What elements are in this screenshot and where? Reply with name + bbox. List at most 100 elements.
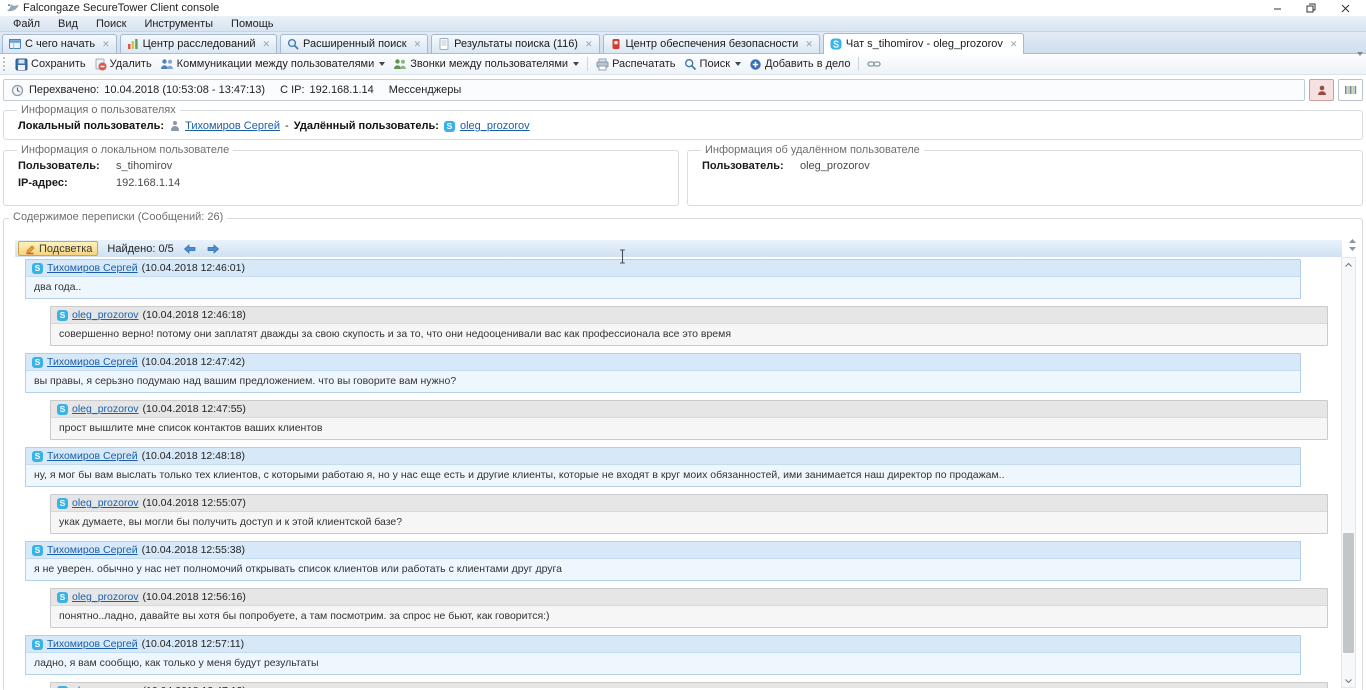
found-counter: Найдено: 0/5 xyxy=(107,242,174,255)
tab-close-icon[interactable]: ✕ xyxy=(585,39,593,49)
skype-icon xyxy=(32,638,43,650)
chat-author-link[interactable]: oleg_prozorov xyxy=(72,685,139,688)
local-user-info-legend: Информация о локальном пользователе xyxy=(21,144,230,156)
barcode-view-toggle-button[interactable] xyxy=(1338,79,1363,101)
chat-timestamp: (10.04.2018 13:47:13) xyxy=(143,685,246,688)
chat-message-header: Тихомиров Сергей (10.04.2018 12:48:18) xyxy=(26,448,1300,465)
toolbar-overflow-icon[interactable] xyxy=(1357,52,1363,65)
add-to-case-icon xyxy=(750,58,761,70)
chat-message-text: укак думаете, вы могли бы получить досту… xyxy=(51,512,1327,533)
chat-message-header: oleg_prozorov (10.04.2018 12:47:55) xyxy=(51,401,1327,418)
ip-value: 192.168.1.14 xyxy=(309,84,374,96)
user-label: Пользователь: xyxy=(18,160,100,172)
tab-advanced-search[interactable]: Расширенный поиск ✕ xyxy=(280,34,429,53)
skype-icon xyxy=(57,309,68,321)
highlight-button[interactable]: Подсветка xyxy=(18,241,99,256)
menu-search[interactable]: Поиск xyxy=(87,16,135,31)
tab-close-icon[interactable]: ✕ xyxy=(805,39,813,49)
calls-button[interactable]: Звонки между пользователями xyxy=(389,57,583,72)
arrow-left-icon xyxy=(183,243,196,254)
skype-chat-icon xyxy=(830,38,842,50)
chat-message[interactable]: Тихомиров Сергей (10.04.2018 12:57:11) л… xyxy=(25,635,1301,675)
chat-author-link[interactable]: oleg_prozorov xyxy=(72,591,139,603)
chat-message-text: я не уверен. обычно у нас нет полномочий… xyxy=(26,559,1300,580)
chat-author-link[interactable]: Тихомиров Сергей xyxy=(47,450,138,462)
chat-message[interactable]: oleg_prozorov (10.04.2018 12:56:16) поня… xyxy=(50,588,1328,628)
tab-chat-active[interactable]: Чат s_tihomirov - oleg_prozorov ✕ xyxy=(822,33,1025,54)
chat-author-link[interactable]: Тихомиров Сергей xyxy=(47,356,138,368)
chat-message-header: oleg_prozorov (10.04.2018 12:55:07) xyxy=(51,495,1327,512)
window-title: Falcongaze SecureTower Client console xyxy=(23,2,220,14)
users-info-legend: Информация о пользователях xyxy=(21,104,176,116)
chat-author-link[interactable]: oleg_prozorov xyxy=(72,309,139,321)
chat-author-link[interactable]: Тихомиров Сергей xyxy=(47,544,138,556)
chat-message-text: понятно..ладно, давайте вы хотя бы попро… xyxy=(51,606,1327,627)
minimize-button[interactable] xyxy=(1260,1,1294,15)
chat-scrollbar[interactable] xyxy=(1341,257,1356,688)
chat-message[interactable]: oleg_prozorov (10.04.2018 12:47:55) прос… xyxy=(50,400,1328,440)
tab-label: Центр обеспечения безопасности xyxy=(625,38,799,50)
chat-message[interactable]: oleg_prozorov (10.04.2018 13:47:13) :) я… xyxy=(50,682,1328,688)
search-button[interactable]: Поиск xyxy=(680,57,745,72)
chat-author-link[interactable]: oleg_prozorov xyxy=(72,403,139,415)
chat-message[interactable]: oleg_prozorov (10.04.2018 12:46:18) сове… xyxy=(50,306,1328,346)
tab-close-icon[interactable]: ✕ xyxy=(102,39,110,49)
tab-close-icon[interactable]: ✕ xyxy=(262,39,270,49)
intercept-info-row: Перехвачено: 10.04.2018 (10:53:08 - 13:4… xyxy=(3,79,1363,101)
chat-message[interactable]: Тихомиров Сергей (10.04.2018 12:48:18) н… xyxy=(25,447,1301,487)
tab-close-icon[interactable]: ✕ xyxy=(414,39,422,49)
save-button[interactable]: Сохранить xyxy=(11,57,90,72)
close-button[interactable] xyxy=(1328,1,1362,15)
previous-match-button[interactable] xyxy=(183,243,197,254)
scroll-up-icon[interactable] xyxy=(1342,258,1355,271)
app-logo-icon xyxy=(6,3,19,12)
chat-author-link[interactable]: oleg_prozorov xyxy=(72,497,139,509)
remote-user-link[interactable]: oleg_prozorov xyxy=(460,120,530,132)
chat-message-header: Тихомиров Сергей (10.04.2018 12:47:42) xyxy=(26,354,1300,371)
chat-timestamp: (10.04.2018 12:56:16) xyxy=(142,591,246,603)
tab-investigation-center[interactable]: Центр расследований ✕ xyxy=(119,34,278,53)
chat-message-text: два года.. xyxy=(26,277,1300,298)
getting-started-icon xyxy=(9,39,21,49)
users-separator: - xyxy=(285,120,289,132)
chat-message-list[interactable]: Тихомиров Сергей (10.04.2018 12:46:01) д… xyxy=(14,259,1336,688)
chat-message[interactable]: Тихомиров Сергей (10.04.2018 12:47:42) в… xyxy=(25,353,1301,393)
chat-message[interactable]: Тихомиров Сергей (10.04.2018 12:55:38) я… xyxy=(25,541,1301,581)
tab-label: Чат s_tihomirov - oleg_prozorov xyxy=(845,38,1003,50)
dropdown-caret-icon xyxy=(379,62,386,66)
chat-author-link[interactable]: Тихомиров Сергей xyxy=(47,638,138,650)
menu-file[interactable]: Файл xyxy=(4,16,49,31)
menu-tools[interactable]: Инструменты xyxy=(135,16,222,31)
communications-button[interactable]: Коммуникации между пользователями xyxy=(156,57,390,72)
chat-message[interactable]: Тихомиров Сергей (10.04.2018 12:46:01) д… xyxy=(25,259,1301,299)
highlight-bar-grip-icon[interactable] xyxy=(1348,239,1357,254)
tab-getting-started[interactable]: С чего начать ✕ xyxy=(2,34,117,53)
person-view-toggle-button[interactable] xyxy=(1309,79,1334,101)
local-user-link[interactable]: Тихомиров Сергей xyxy=(185,120,280,132)
print-icon xyxy=(596,58,609,70)
toolbar-separator xyxy=(858,57,860,71)
link-button[interactable] xyxy=(863,57,885,71)
intercepted-value: 10.04.2018 (10:53:08 - 13:47:13) xyxy=(104,84,266,96)
chat-timestamp: (10.04.2018 12:57:11) xyxy=(141,638,245,650)
delete-button[interactable]: Удалить xyxy=(90,57,156,72)
tab-security-center[interactable]: Центр обеспечения безопасности ✕ xyxy=(602,34,820,53)
scrollbar-thumb[interactable] xyxy=(1343,532,1354,653)
tab-close-icon[interactable]: ✕ xyxy=(1010,39,1018,49)
add-to-case-button[interactable]: Добавить в дело xyxy=(745,57,854,72)
menu-help[interactable]: Помощь xyxy=(222,16,283,31)
print-button[interactable]: Распечатать xyxy=(592,57,679,72)
tab-label: Результаты поиска (116) xyxy=(454,38,578,50)
toolbar: Сохранить Удалить Коммуникации между пол… xyxy=(0,52,1366,75)
chat-timestamp: (10.04.2018 12:46:01) xyxy=(141,262,245,274)
chat-timestamp: (10.04.2018 12:46:18) xyxy=(142,309,246,321)
tab-search-results[interactable]: Результаты поиска (116) ✕ xyxy=(431,34,600,53)
chat-message[interactable]: oleg_prozorov (10.04.2018 12:55:07) укак… xyxy=(50,494,1328,534)
restore-button[interactable] xyxy=(1294,1,1328,15)
menu-view[interactable]: Вид xyxy=(49,16,87,31)
chat-author-link[interactable]: Тихомиров Сергей xyxy=(47,262,138,274)
next-match-button[interactable] xyxy=(206,243,220,254)
user-value: oleg_prozorov xyxy=(800,160,870,172)
chat-message-header: oleg_prozorov (10.04.2018 13:47:13) xyxy=(51,683,1327,688)
scroll-down-icon[interactable] xyxy=(1342,674,1355,687)
